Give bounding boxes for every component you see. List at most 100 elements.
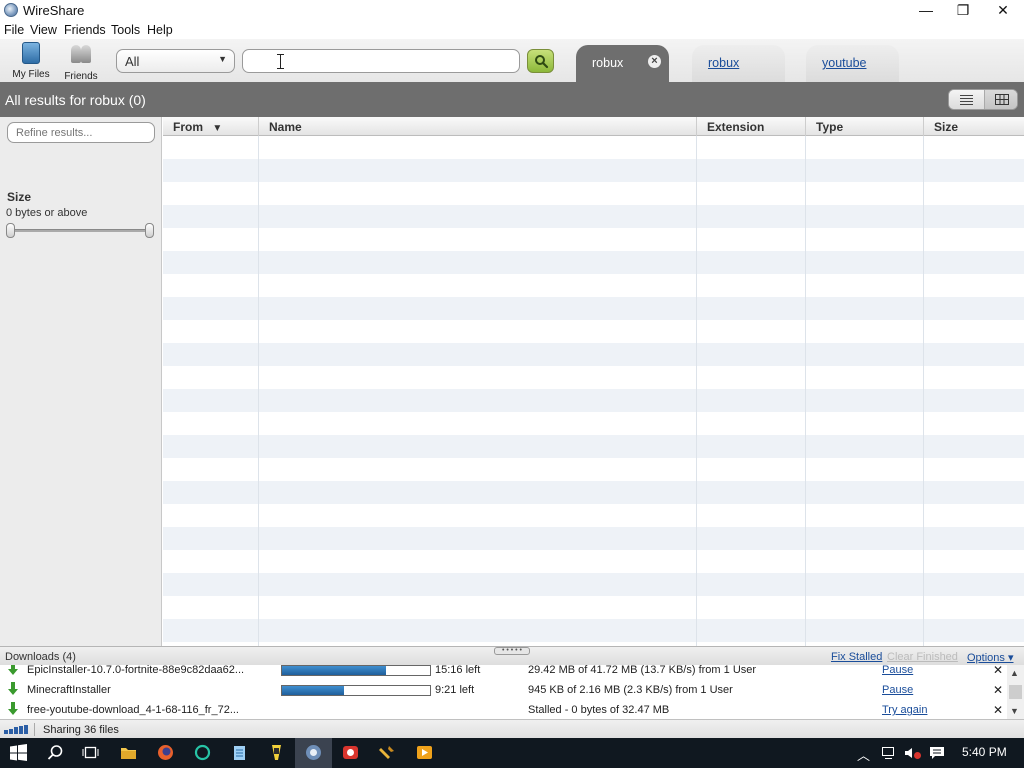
results-table: From ▼ Name Extension Type Size [163,117,1024,646]
column-label: Extension [707,120,765,134]
start-button[interactable] [0,738,37,768]
empty-result-row [163,251,1024,274]
column-header-size[interactable]: Size [924,117,1024,136]
column-header-name[interactable]: Name [259,117,697,136]
tab-youtube[interactable]: youtube [806,45,899,82]
search-button[interactable] [527,49,554,73]
refine-results-input[interactable] [7,122,155,143]
resize-grip-icon[interactable]: • • • • • [494,647,530,655]
size-filter-title: Size [7,190,32,204]
task-view-button[interactable] [72,738,109,768]
empty-result-row [163,504,1024,527]
taskbar-clock[interactable]: 5:40 PM [962,745,1007,759]
empty-result-row [163,320,1024,343]
download-row[interactable]: free-youtube-download_4-1-68-116_fr_72..… [0,701,1024,719]
scroll-up-icon[interactable]: ▲ [1010,668,1019,678]
text-cursor-icon [277,54,284,69]
sharing-status[interactable]: Sharing 36 files [43,724,119,736]
size-slider-track[interactable] [10,229,151,232]
menu-friends[interactable]: Friends [64,23,106,37]
windows-logo-icon [10,744,27,761]
download-progress-bar [281,685,431,696]
close-window-button[interactable]: ✕ [983,0,1023,21]
tab-label: youtube [822,56,867,70]
download-arrow-icon [8,665,18,675]
download-filename: MinecraftInstaller [27,684,111,696]
menu-file[interactable]: File [4,23,24,37]
tab-robux[interactable]: robux [692,45,785,82]
cancel-download-icon[interactable]: ✕ [993,703,1003,717]
download-arrow-icon [8,682,18,695]
progress-fill [282,666,386,675]
window-title: WireShare [23,3,85,18]
taskbar-app-red[interactable] [332,738,369,768]
try-again-link[interactable]: Try again [882,704,927,716]
size-slider-max-handle[interactable] [145,223,154,238]
empty-result-row [163,136,1024,159]
menu-help[interactable]: Help [147,23,173,37]
download-status: 29.42 MB of 41.72 MB (13.7 KB/s) from 1 … [528,665,757,676]
sort-down-icon: ▼ [212,123,223,134]
options-menu[interactable]: Options ▾ [967,651,1014,664]
download-row[interactable]: MinecraftInstaller 9:21 left 945 KB of 2… [0,681,1024,701]
download-status: Stalled - 0 bytes of 32.47 MB [528,704,670,716]
taskbar: ︿ 5:40 PM [0,738,1024,768]
pause-link[interactable]: Pause [882,665,913,676]
cancel-download-icon[interactable]: ✕ [993,665,1003,677]
pause-link[interactable]: Pause [882,684,913,696]
view-toggle [948,89,1018,110]
column-header-extension[interactable]: Extension [697,117,806,136]
list-view-button[interactable] [949,90,984,109]
empty-result-row [163,205,1024,228]
download-time-left: 9:21 left [435,684,475,696]
column-label: From [173,120,203,134]
table-view-icon [995,94,1009,105]
downloads-scrollbar[interactable]: ▲ ▼ [1007,665,1024,719]
circle-app-icon [194,744,211,761]
network-icon[interactable] [881,746,897,760]
fix-stalled-link[interactable]: Fix Stalled [831,651,882,663]
taskbar-notepad[interactable] [221,738,258,768]
taskbar-firefox[interactable] [147,738,184,768]
empty-result-row [163,228,1024,251]
progress-fill [282,686,345,695]
menu-bar: File View Friends Tools Help [0,21,1024,39]
column-header-type[interactable]: Type [806,117,924,136]
search-category-select[interactable]: All ▼ [116,49,235,73]
video-player-icon [417,746,432,759]
menu-tools[interactable]: Tools [111,23,140,37]
column-label: Size [934,120,959,134]
tab-label: robux [592,56,624,70]
my-files-button[interactable]: My Files [8,41,54,80]
taskbar-app-yellow[interactable] [258,738,295,768]
empty-result-row [163,619,1024,642]
table-view-button[interactable] [984,90,1017,109]
tray-overflow-icon[interactable]: ︿ [857,745,870,764]
scroll-down-icon[interactable]: ▼ [1010,706,1019,716]
volume-muted-icon[interactable] [904,746,922,760]
empty-result-row [163,389,1024,412]
empty-result-row [163,274,1024,297]
restore-button[interactable]: ❐ [943,0,983,21]
tab-robux-active[interactable]: robux × [576,45,669,82]
search-input[interactable] [242,49,520,73]
cancel-download-icon[interactable]: ✕ [993,683,1003,697]
action-center-icon[interactable] [929,746,945,760]
download-status: 945 KB of 2.16 MB (2.3 KB/s) from 1 User [528,684,733,696]
taskbar-app[interactable] [184,738,221,768]
friends-button[interactable]: Friends [58,41,104,82]
scroll-thumb[interactable] [1009,685,1022,699]
taskbar-app-paint[interactable] [369,738,406,768]
results-header: All results for robux (0) [0,82,1024,117]
taskbar-wireshare[interactable] [295,738,332,768]
minimize-button[interactable]: — [906,0,946,21]
menu-view[interactable]: View [30,23,57,37]
column-header-from[interactable]: From ▼ [163,117,259,136]
size-slider-min-handle[interactable] [6,223,15,238]
download-row[interactable]: EpicInstaller-10.7.0-fortnite-88e9c82daa… [0,665,1024,681]
empty-result-row [163,182,1024,205]
taskbar-file-explorer[interactable] [110,738,147,768]
taskbar-media-player[interactable] [406,738,443,768]
taskbar-search-button[interactable] [37,738,74,768]
close-tab-icon[interactable]: × [648,55,661,68]
